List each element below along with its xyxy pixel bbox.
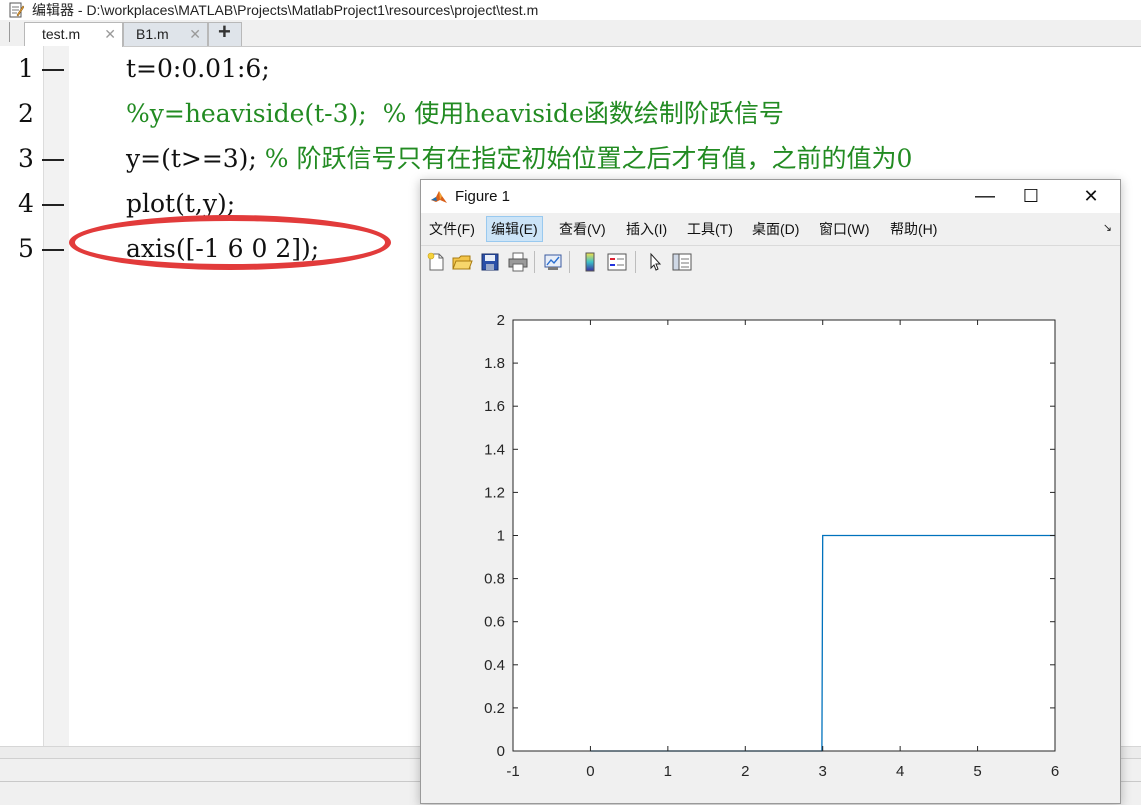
print-icon[interactable] bbox=[507, 251, 529, 273]
y-tick-label: 0 bbox=[497, 743, 505, 760]
plot-axes[interactable]: -1 0 1 2 3 4 5 600.20.40.60.811.21.41.61.82 bbox=[421, 278, 1120, 803]
close-button[interactable]: ✕ bbox=[1068, 180, 1114, 213]
tab-label: B1.m bbox=[136, 26, 169, 42]
editor-title: 编辑器 - D:\workplaces\MATLAB\Projects\Matl… bbox=[32, 2, 539, 18]
toolbar-separator bbox=[569, 251, 570, 273]
y-tick-label: 2 bbox=[497, 312, 505, 329]
menu-edit[interactable]: 编辑(E) bbox=[486, 216, 543, 242]
minimize-button[interactable]: — bbox=[962, 180, 1008, 213]
code-line[interactable]: %y=heaviside(t-3); % 使用heaviside函数绘制阶跃信号 bbox=[126, 99, 784, 129]
figure-plot-area[interactable]: -1 0 1 2 3 4 5 6 0 0.2 0.4 0.6 0.8 1 1.2 1.4 1.6 1.8 2 bbox=[421, 278, 1120, 803]
tab-test-m[interactable]: test.m ✕ bbox=[24, 22, 123, 47]
close-icon[interactable]: ✕ bbox=[189, 23, 201, 45]
line-number: 4 bbox=[18, 189, 34, 218]
editor-title-bar: 编辑器 - D:\workplaces\MATLAB\Projects\Matl… bbox=[0, 0, 1141, 20]
y-tick-label: 1.6 bbox=[484, 398, 505, 415]
close-icon[interactable]: ✕ bbox=[104, 23, 116, 45]
menu-help[interactable]: 帮助(H) bbox=[886, 217, 941, 241]
menu-view[interactable]: 查看(V) bbox=[555, 217, 610, 241]
code-comment: %y=heaviside(t-3); % 使用heaviside函数绘制阶跃信号 bbox=[126, 99, 784, 128]
menu-window[interactable]: 窗口(W) bbox=[815, 217, 874, 241]
minimize-icon: — bbox=[975, 185, 995, 207]
x-tick-label: -1 bbox=[506, 763, 519, 780]
legend-icon[interactable] bbox=[606, 251, 628, 273]
editor-document-icon bbox=[9, 2, 24, 18]
colorbar-icon[interactable] bbox=[579, 251, 601, 273]
maximize-button[interactable]: ☐ bbox=[1008, 180, 1054, 213]
code-text: plot(t,y); bbox=[126, 189, 236, 218]
x-tick-label: 2 bbox=[741, 763, 749, 780]
menu-overflow-icon[interactable]: ↘ bbox=[1103, 221, 1112, 234]
menu-desktop[interactable]: 桌面(D) bbox=[748, 217, 803, 241]
toolbar-separator bbox=[635, 251, 636, 273]
close-icon: ✕ bbox=[1083, 186, 1099, 206]
plus-icon: + bbox=[218, 19, 231, 44]
figure-window[interactable]: Figure 1 — ☐ ✕ 文件(F) 编辑(E) 查看(V) 插入(I) 工… bbox=[420, 179, 1121, 804]
code-line[interactable]: t=0:0.01:6; bbox=[126, 54, 270, 84]
figure-title-bar[interactable]: Figure 1 — ☐ ✕ bbox=[421, 180, 1120, 213]
code-text: t=0:0.01:6; bbox=[126, 54, 270, 83]
line-number: 3 bbox=[18, 144, 34, 173]
line-number: 5 bbox=[18, 234, 34, 263]
menu-insert[interactable]: 插入(I) bbox=[622, 217, 671, 241]
open-file-icon[interactable] bbox=[451, 251, 473, 273]
executable-line-marker bbox=[42, 204, 64, 206]
figure-menu-bar: 文件(F) 编辑(E) 查看(V) 插入(I) 工具(T) 桌面(D) 窗口(W… bbox=[421, 213, 1120, 245]
figure-toolbar bbox=[421, 245, 1120, 279]
x-tick-label: 5 bbox=[973, 763, 981, 780]
y-tick-label: 0.8 bbox=[484, 571, 505, 588]
matlab-logo-icon bbox=[430, 188, 448, 206]
tab-bar-edge bbox=[9, 22, 10, 42]
pointer-arrow-icon[interactable] bbox=[644, 251, 666, 273]
breakpoint-gutter[interactable] bbox=[43, 46, 69, 746]
y-tick-label: 1 bbox=[497, 528, 505, 545]
x-tick-label: 1 bbox=[664, 763, 672, 780]
line-number: 2 bbox=[18, 99, 34, 128]
menu-file[interactable]: 文件(F) bbox=[425, 217, 479, 241]
executable-line-marker bbox=[42, 69, 64, 71]
new-figure-icon[interactable] bbox=[425, 251, 447, 273]
tab-label: test.m bbox=[42, 26, 81, 42]
x-tick-label: 0 bbox=[586, 763, 594, 780]
y-tick-label: 1.2 bbox=[484, 484, 505, 501]
code-text: y=(t>=3); bbox=[126, 144, 265, 173]
y-tick-label: 1.4 bbox=[484, 441, 505, 458]
menu-tools[interactable]: 工具(T) bbox=[683, 217, 737, 241]
property-editor-icon[interactable] bbox=[671, 251, 693, 273]
x-tick-label: 4 bbox=[896, 763, 904, 780]
executable-line-marker bbox=[42, 249, 64, 251]
save-icon[interactable] bbox=[479, 251, 501, 273]
red-highlight-circle bbox=[69, 215, 391, 270]
executable-line-marker bbox=[42, 159, 64, 161]
line-number: 1 bbox=[18, 54, 34, 83]
y-tick-label: 1.8 bbox=[484, 355, 505, 372]
tab-b1-m[interactable]: B1.m ✕ bbox=[123, 22, 208, 46]
y-tick-label: 0.2 bbox=[484, 700, 505, 717]
link-plot-icon[interactable] bbox=[542, 251, 564, 273]
maximize-icon: ☐ bbox=[1022, 186, 1040, 206]
figure-title: Figure 1 bbox=[455, 188, 511, 205]
code-line[interactable]: y=(t>=3); % 阶跃信号只有在指定初始位置之后才有值，之前的值为0 bbox=[126, 144, 912, 174]
y-tick-label: 0.4 bbox=[484, 657, 505, 674]
toolbar-separator bbox=[534, 251, 535, 273]
y-tick-label: 0.6 bbox=[484, 614, 505, 631]
x-tick-label: 3 bbox=[819, 763, 827, 780]
x-tick-label: 6 bbox=[1051, 763, 1059, 780]
add-tab-button[interactable]: + bbox=[208, 19, 242, 46]
code-comment: % 阶跃信号只有在指定初始位置之后才有值，之前的值为0 bbox=[264, 144, 913, 173]
